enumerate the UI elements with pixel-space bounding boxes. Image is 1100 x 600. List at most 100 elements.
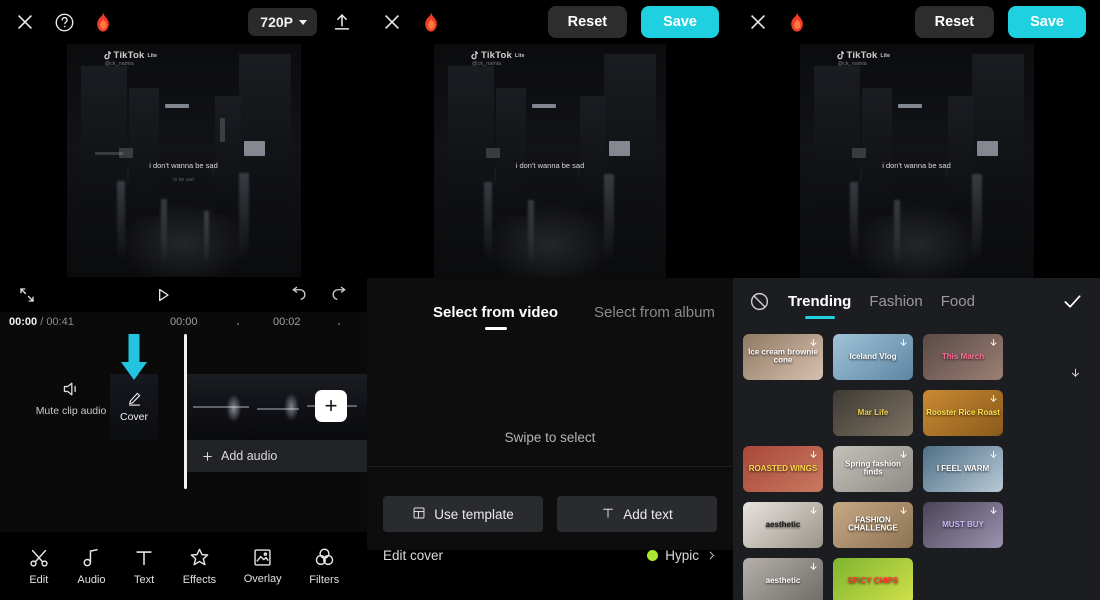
undo-icon[interactable] bbox=[289, 285, 308, 304]
panel-template-gallery: Reset Save TikTok Lite @ck_namia i don't… bbox=[733, 0, 1100, 600]
cover-source-tabs: Select from video Select from album bbox=[367, 278, 733, 330]
template-card[interactable]: MUST BUY bbox=[923, 502, 1003, 548]
close-icon[interactable] bbox=[747, 11, 769, 33]
download-icon[interactable] bbox=[808, 449, 819, 461]
template-label: FASHION CHALLENGE bbox=[848, 515, 898, 533]
timeline[interactable]: 00:00 / 00:41 00:00 00:02 Mute clip audi… bbox=[0, 312, 367, 532]
reset-button[interactable]: Reset bbox=[914, 6, 995, 38]
watermark-text: TikTok bbox=[846, 50, 878, 61]
template-card[interactable]: Ice cream brownie cone bbox=[743, 334, 823, 380]
download-icon[interactable] bbox=[988, 337, 999, 349]
tab-fashion[interactable]: Fashion bbox=[869, 278, 922, 324]
save-button[interactable]: Save bbox=[1008, 6, 1086, 38]
playhead[interactable] bbox=[184, 334, 187, 489]
play-icon[interactable] bbox=[153, 285, 173, 305]
panel2-video-preview[interactable]: TikTok Lite @ck_namia i don't wanna be s… bbox=[367, 44, 733, 278]
close-icon[interactable] bbox=[381, 11, 403, 33]
template-card[interactable]: aesthetic bbox=[743, 502, 823, 548]
download-icon[interactable] bbox=[988, 449, 999, 461]
player-controls bbox=[0, 277, 367, 312]
watermark-handle: @ck_namia bbox=[104, 61, 134, 67]
editor-toolbar: Edit Audio Text Effects Overlay Filters bbox=[0, 532, 367, 600]
add-text-button[interactable]: Add text bbox=[557, 496, 717, 532]
tool-edit[interactable]: Edit bbox=[28, 547, 50, 586]
tool-label: Audio bbox=[77, 573, 106, 586]
download-icon[interactable] bbox=[898, 505, 909, 517]
download-icon[interactable] bbox=[988, 505, 999, 517]
download-icon[interactable] bbox=[898, 449, 909, 461]
flame-icon[interactable] bbox=[421, 11, 441, 33]
reset-button[interactable]: Reset bbox=[547, 6, 628, 38]
template-label: This March bbox=[941, 351, 985, 361]
text-t-icon bbox=[601, 506, 615, 523]
fullscreen-icon[interactable] bbox=[18, 286, 36, 304]
swipe-hint: Swipe to select bbox=[504, 430, 596, 445]
no-template-icon[interactable] bbox=[749, 291, 770, 312]
download-icon[interactable] bbox=[898, 337, 909, 349]
cover-button[interactable]: Cover bbox=[110, 374, 158, 440]
save-button[interactable]: Save bbox=[641, 6, 719, 38]
use-template-label: Use template bbox=[434, 506, 514, 522]
template-card[interactable]: Mar Life bbox=[833, 390, 913, 436]
tool-label: Effects bbox=[182, 574, 217, 586]
use-template-button[interactable]: Use template bbox=[383, 496, 543, 532]
download-icon[interactable] bbox=[1069, 366, 1082, 381]
download-icon[interactable] bbox=[808, 505, 819, 517]
tool-label: Overlay bbox=[243, 573, 282, 585]
tool-overlay[interactable]: Overlay bbox=[244, 547, 282, 585]
template-card[interactable]: Spring fashion finds bbox=[833, 446, 913, 492]
hypic-label: Hypic bbox=[665, 548, 699, 563]
template-label: Iceland Vlog bbox=[849, 351, 897, 361]
template-label: aesthetic bbox=[765, 519, 801, 529]
upload-icon[interactable] bbox=[331, 11, 353, 33]
cover-footer: Edit cover Hypic bbox=[367, 548, 733, 563]
add-text-label: Add text bbox=[623, 506, 673, 522]
mute-clip-audio-button[interactable]: Mute clip audio bbox=[36, 380, 106, 417]
flame-icon[interactable] bbox=[787, 11, 807, 33]
tab-select-from-album[interactable]: Select from album bbox=[594, 304, 715, 330]
flame-icon[interactable] bbox=[93, 11, 113, 33]
template-card[interactable]: Rooster Rice Roast bbox=[923, 390, 1003, 436]
add-audio-button[interactable]: Add audio bbox=[187, 440, 367, 472]
ruler-tick: 00:02 bbox=[273, 316, 301, 328]
help-circle-icon[interactable] bbox=[54, 12, 75, 33]
tiktok-watermark: TikTok Lite bbox=[470, 50, 525, 61]
resolution-selector[interactable]: 720P bbox=[248, 8, 317, 36]
tab-trending[interactable]: Trending bbox=[788, 278, 851, 324]
tool-effects[interactable]: Effects bbox=[183, 546, 216, 586]
tutorial-arrow-cover bbox=[121, 334, 147, 380]
panel1-video-preview[interactable]: TikTok Lite @ck_namia i don't wanna be s… bbox=[0, 44, 367, 277]
template-card[interactable]: aesthetic bbox=[743, 558, 823, 600]
add-clip-button[interactable]: + bbox=[315, 390, 347, 422]
template-label: Ice cream brownie cone bbox=[748, 347, 818, 365]
cover-label: Cover bbox=[119, 411, 148, 423]
download-icon[interactable] bbox=[808, 561, 819, 573]
tool-text[interactable]: Text bbox=[133, 547, 155, 586]
template-card[interactable]: This March bbox=[923, 334, 1003, 380]
template-card[interactable]: I FEEL WARM bbox=[923, 446, 1003, 492]
hypic-link[interactable]: Hypic bbox=[647, 548, 717, 563]
template-card[interactable]: Iceland Vlog bbox=[833, 334, 913, 380]
video-caption: i don't wanna be sad bbox=[515, 161, 585, 170]
download-icon[interactable] bbox=[808, 337, 819, 349]
template-card[interactable]: ROASTED WINGS bbox=[743, 446, 823, 492]
tool-filters[interactable]: Filters bbox=[309, 546, 339, 586]
tool-audio[interactable]: Audio bbox=[77, 547, 106, 586]
close-icon[interactable] bbox=[14, 11, 36, 33]
tiktok-watermark: TikTok Lite bbox=[103, 50, 158, 61]
template-card[interactable]: FASHION CHALLENGE bbox=[833, 502, 913, 548]
panel2-topbar: Reset Save bbox=[367, 0, 733, 44]
template-card[interactable]: SPICY CHIPS bbox=[833, 558, 913, 600]
watermark-badge: Lite bbox=[514, 52, 525, 59]
template-label: Rooster Rice Roast bbox=[926, 407, 1000, 417]
redo-icon[interactable] bbox=[330, 285, 349, 304]
watermark-handle: @ck_namia bbox=[837, 61, 867, 67]
hypic-dot-icon bbox=[647, 550, 659, 561]
template-label: SPICY CHIPS bbox=[847, 575, 899, 585]
tab-food[interactable]: Food bbox=[941, 278, 975, 324]
check-icon[interactable] bbox=[1061, 290, 1084, 313]
download-icon[interactable] bbox=[988, 393, 999, 405]
panel3-video-preview[interactable]: TikTok Lite @ck_namia i don't wanna be s… bbox=[733, 44, 1100, 278]
tab-select-from-video[interactable]: Select from video bbox=[433, 304, 558, 330]
template-label: aesthetic bbox=[765, 575, 801, 585]
